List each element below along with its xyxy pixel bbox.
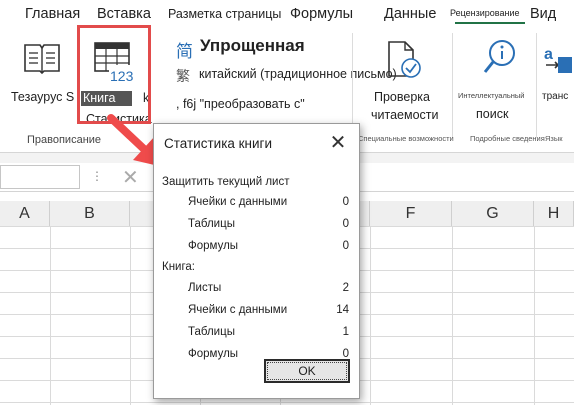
convert-label: , f6j "преобразовать с" — [176, 97, 305, 111]
thesaurus-label: Тезаурус S — [11, 90, 75, 104]
translate-label: транс — [542, 91, 569, 102]
book-cells-label: Ячейки с данными — [188, 304, 288, 316]
grid-line — [452, 226, 453, 405]
sheet-tables-value: 0 — [342, 218, 349, 230]
accessibility-check-icon — [388, 41, 421, 78]
ok-button[interactable]: OK — [264, 359, 350, 383]
sheet-tables-label: Таблицы — [188, 218, 235, 230]
check-label-line1: Проверка — [374, 90, 430, 104]
svg-text:a: a — [544, 46, 553, 63]
column-header-f[interactable]: F — [370, 201, 452, 226]
book-cells-value: 14 — [336, 304, 349, 316]
column-header-a[interactable]: A — [0, 201, 50, 226]
book-sheets-value: 2 — [342, 282, 349, 294]
smart-lookup-button[interactable]: Интеллектуальный поиск — [458, 35, 534, 121]
close-icon[interactable]: ✕ — [324, 130, 352, 156]
group-label-language: Язык — [545, 134, 563, 143]
check-label-line2: читаемости — [371, 108, 439, 122]
simplified-label: Упрощенная — [200, 36, 305, 55]
group-label-insights: Подробные сведения — [470, 134, 545, 143]
grid-line — [130, 226, 131, 405]
grid-line — [534, 226, 535, 405]
book-tables-label: Таблицы — [188, 326, 235, 338]
column-header-g[interactable]: G — [452, 201, 534, 226]
smart-lookup-top-label: Интеллектуальный — [458, 91, 525, 100]
grid-line — [370, 226, 371, 405]
tab-insert[interactable]: Вставка — [97, 6, 151, 22]
dialog-title: Статистика книги — [164, 136, 273, 151]
sheet-formulas-label: Формулы — [188, 240, 239, 252]
smart-lookup-label: поиск — [476, 107, 509, 121]
column-header-b[interactable]: B — [50, 201, 130, 226]
sheet-cells-label: Ячейки с данными — [188, 196, 288, 208]
statistics-highlight-frame — [77, 25, 151, 124]
smart-lookup-icon — [483, 40, 515, 73]
column-header-h[interactable]: H — [534, 201, 574, 226]
current-sheet-heading: Защитить текущий лист — [162, 176, 290, 188]
workbook-heading: Книга: — [162, 261, 196, 273]
grid-line — [50, 226, 51, 405]
book-icon — [24, 44, 60, 75]
ribbon-separator — [452, 33, 453, 138]
simplified-chinese-icon: 简 — [176, 42, 193, 61]
thesaurus-button[interactable]: Тезаурус S — [5, 35, 75, 123]
check-accessibility-button[interactable]: Проверка читаемости — [362, 35, 448, 122]
tab-review[interactable]: Рецензирование — [450, 8, 520, 18]
tab-home[interactable]: Главная — [25, 6, 80, 22]
tab-page-layout[interactable]: Разметка страницы — [168, 7, 281, 21]
tab-view[interactable]: Вид — [530, 6, 556, 22]
tab-formulas[interactable]: Формулы — [290, 6, 353, 22]
translate-icon: a — [544, 46, 572, 73]
book-formulas-label: Формулы — [188, 348, 239, 360]
book-tables-value: 1 — [342, 326, 349, 338]
ribbon-separator — [536, 33, 537, 138]
ok-button-label: OK — [267, 362, 347, 380]
tab-data[interactable]: Данные — [384, 6, 436, 22]
active-tab-indicator — [455, 22, 525, 24]
translate-button[interactable]: a транс — [540, 35, 574, 121]
group-label-accessibility: Специальные возможности — [358, 134, 454, 143]
sheet-cells-value: 0 — [342, 196, 349, 208]
traditional-chinese-icon: 繁 — [176, 68, 190, 84]
group-label-proofing: Правописание — [27, 134, 102, 146]
formula-bar-grip-icon: ⋮ — [91, 169, 103, 183]
name-box[interactable] — [0, 165, 80, 189]
workbook-statistics-dialog: Статистика книги ✕ Защитить текущий лист… — [153, 123, 360, 399]
ribbon-tab-bar: Главная Вставка Разметка страницы Формул… — [0, 0, 574, 27]
sheet-formulas-value: 0 — [342, 240, 349, 252]
book-sheets-label: Листы — [188, 282, 222, 294]
